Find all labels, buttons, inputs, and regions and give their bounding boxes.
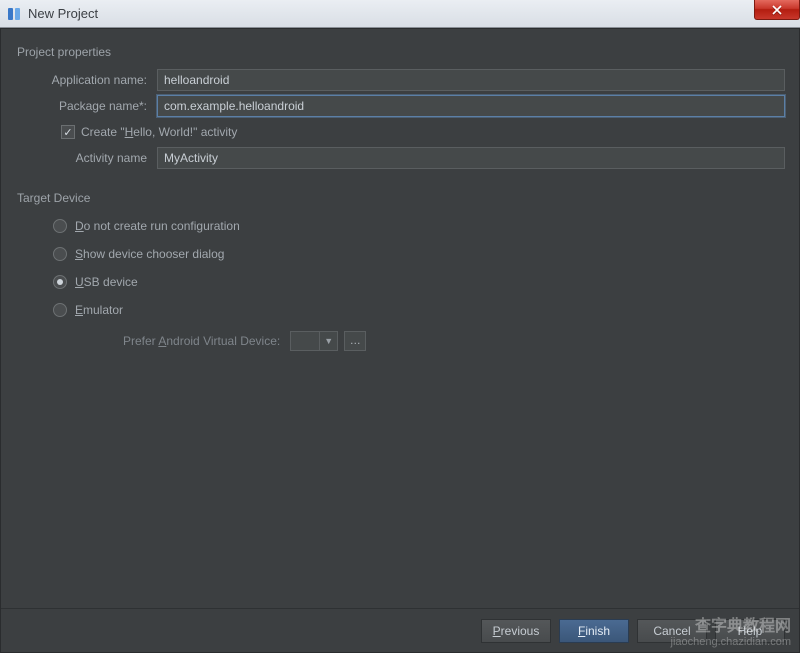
row-package-name: Package name*: xyxy=(15,95,785,117)
input-package-name[interactable] xyxy=(157,95,785,117)
close-button[interactable] xyxy=(754,0,800,20)
input-activity-name[interactable] xyxy=(157,147,785,169)
row-prefer-avd: Prefer Android Virtual Device: ▼ … xyxy=(123,331,785,351)
cancel-button[interactable]: Cancel xyxy=(637,619,707,643)
label-application-name: Application name: xyxy=(15,73,157,87)
avd-combo[interactable] xyxy=(290,331,320,351)
input-application-name[interactable] xyxy=(157,69,785,91)
window-body: Project properties Application name: Pac… xyxy=(0,28,800,653)
row-create-hello-world[interactable]: ✓ Create "Hello, World!" activity xyxy=(61,125,785,139)
radio-input-usb-device[interactable] xyxy=(53,275,67,289)
app-icon xyxy=(6,6,22,22)
checkbox-create-hello-world[interactable]: ✓ xyxy=(61,125,75,139)
radio-usb-device[interactable]: USB device xyxy=(53,275,785,289)
radio-emulator[interactable]: Emulator xyxy=(53,303,785,317)
radio-do-not-create[interactable]: Do not create run configuration xyxy=(53,219,785,233)
finish-button[interactable]: Finish xyxy=(559,619,629,643)
radio-show-device-chooser[interactable]: Show device chooser dialog xyxy=(53,247,785,261)
titlebar: New Project xyxy=(0,0,800,28)
previous-button[interactable]: Previous xyxy=(481,619,551,643)
radio-input-emulator[interactable] xyxy=(53,303,67,317)
row-activity-name: Activity name xyxy=(15,147,785,169)
section-project-properties: Project properties xyxy=(17,45,785,59)
avd-dropdown-button[interactable]: ▼ xyxy=(320,331,338,351)
label-create-hello-world: Create "Hello, World!" activity xyxy=(81,125,237,139)
label-package-name: Package name*: xyxy=(15,99,157,113)
radio-input-show-device-chooser[interactable] xyxy=(53,247,67,261)
radio-input-do-not-create[interactable] xyxy=(53,219,67,233)
button-bar: Previous Finish Cancel Help xyxy=(1,608,799,652)
label-prefer-avd: Prefer Android Virtual Device: xyxy=(123,334,280,348)
radio-group-target-device: Do not create run configuration Show dev… xyxy=(53,219,785,351)
row-application-name: Application name: xyxy=(15,69,785,91)
label-activity-name: Activity name xyxy=(15,151,157,165)
section-target-device: Target Device xyxy=(17,191,785,205)
help-button[interactable]: Help xyxy=(715,619,785,643)
avd-browse-button[interactable]: … xyxy=(344,331,366,351)
window-title: New Project xyxy=(28,6,98,21)
